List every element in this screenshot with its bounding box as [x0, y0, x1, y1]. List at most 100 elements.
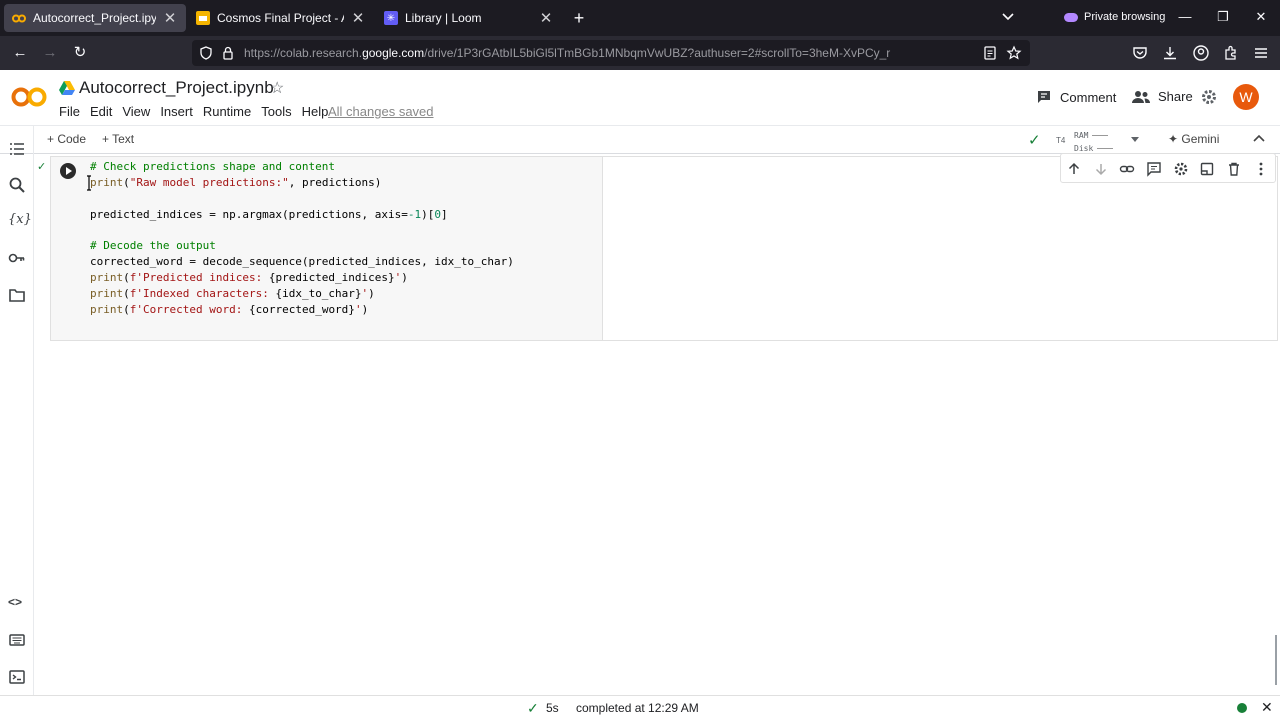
- add-code-button[interactable]: + Code: [47, 132, 86, 146]
- menu-bar: File Edit View Insert Runtime Tools Help: [59, 104, 338, 119]
- downloads-icon[interactable]: [1161, 44, 1179, 62]
- runtime-type[interactable]: T4: [1056, 136, 1065, 145]
- code-line: corrected_word = decode_sequence(predict…: [90, 255, 514, 268]
- share-label: Share: [1158, 89, 1193, 104]
- secrets-key-icon[interactable]: [8, 249, 26, 267]
- lock-icon[interactable]: [220, 45, 236, 61]
- people-icon: [1132, 90, 1150, 104]
- ram-label: RAM: [1074, 131, 1089, 140]
- execution-duration: 5s: [546, 701, 559, 715]
- code-editor[interactable]: # Check predictions shape and content pr…: [85, 157, 603, 340]
- close-tab-icon[interactable]: ✕: [538, 9, 554, 27]
- close-tab-icon[interactable]: ✕: [162, 9, 178, 27]
- pocket-icon[interactable]: [1131, 44, 1149, 62]
- menu-help[interactable]: Help: [302, 104, 329, 119]
- move-cell-down-icon[interactable]: [1093, 161, 1109, 177]
- browser-tab-colab[interactable]: Autocorrect_Project.ipynb - Colab ✕: [4, 4, 186, 32]
- list-all-tabs-icon[interactable]: [1000, 8, 1016, 24]
- minimize-icon[interactable]: —: [1176, 9, 1194, 24]
- scrollbar[interactable]: [1275, 635, 1277, 685]
- run-cell-button[interactable]: [60, 163, 76, 179]
- mouse-cursor-icon: [84, 175, 94, 191]
- cell-toolbar: [1060, 153, 1276, 183]
- files-folder-icon[interactable]: [8, 286, 26, 304]
- add-comment-icon[interactable]: [1146, 161, 1162, 177]
- tab-title: Library | Loom: [405, 11, 482, 25]
- colab-logo[interactable]: [11, 86, 47, 108]
- forward-icon[interactable]: →: [41, 44, 59, 62]
- code-cell[interactable]: # Check predictions shape and content pr…: [50, 156, 1278, 341]
- resource-monitor[interactable]: RAM Disk: [1074, 129, 1114, 155]
- menu-edit[interactable]: Edit: [90, 104, 112, 119]
- menu-tools[interactable]: Tools: [261, 104, 291, 119]
- code-line: print(f'Indexed characters: {idx_to_char…: [90, 287, 375, 300]
- menu-view[interactable]: View: [122, 104, 150, 119]
- private-browsing-label: Private browsing: [1084, 11, 1166, 23]
- tab-title: Cosmos Final Project - Aadhi K: [217, 11, 344, 25]
- app-menu-icon[interactable]: [1252, 44, 1270, 62]
- url-text: https://colab.research.google.com/drive/…: [244, 46, 891, 60]
- close-window-icon[interactable]: ✕: [1252, 9, 1270, 25]
- gemini-button[interactable]: ✦ Gemini: [1168, 132, 1219, 146]
- close-tab-icon[interactable]: ✕: [350, 9, 366, 27]
- code-line: print("Raw model predictions:", predicti…: [90, 176, 382, 189]
- move-cell-up-icon[interactable]: [1066, 161, 1082, 177]
- google-drive-icon[interactable]: [59, 81, 75, 95]
- save-status-link[interactable]: All changes saved: [328, 104, 434, 119]
- search-icon[interactable]: [8, 176, 26, 194]
- collapse-header-icon[interactable]: [1252, 132, 1266, 147]
- private-browsing-indicator: Private browsing: [1064, 11, 1165, 23]
- user-avatar[interactable]: W: [1233, 84, 1259, 110]
- new-tab-button[interactable]: +: [570, 8, 588, 29]
- notebook-toolbar: + Code + Text ✓ T4 RAM Disk ✦ Gemini: [0, 125, 1280, 154]
- extensions-icon[interactable]: [1222, 44, 1240, 62]
- add-text-button[interactable]: + Text: [102, 132, 134, 146]
- cell-settings-gear-icon[interactable]: [1173, 161, 1189, 177]
- table-of-contents-icon[interactable]: [8, 140, 26, 158]
- code-line: predicted_indices = np.argmax(prediction…: [90, 208, 448, 221]
- restore-icon[interactable]: ❐: [1214, 9, 1232, 25]
- command-palette-icon[interactable]: [8, 631, 26, 649]
- status-check-icon: ✓: [527, 700, 539, 716]
- settings-gear-icon[interactable]: [1200, 88, 1218, 106]
- tab-title: Autocorrect_Project.ipynb - Colab: [33, 11, 156, 25]
- disk-bar: [1097, 148, 1114, 149]
- left-sidebar: {x} <>: [0, 125, 34, 695]
- variables-icon[interactable]: {x}: [8, 212, 32, 230]
- menu-runtime[interactable]: Runtime: [203, 104, 251, 119]
- tracking-protection-icon[interactable]: [198, 45, 214, 61]
- browser-tab-slides[interactable]: Cosmos Final Project - Aadhi K ✕: [188, 4, 374, 32]
- terminal-icon[interactable]: [8, 668, 26, 686]
- runtime-status-dot-icon[interactable]: [1237, 703, 1247, 713]
- close-status-icon[interactable]: ✕: [1261, 699, 1273, 716]
- code-snippets-icon[interactable]: <>: [8, 595, 26, 613]
- reader-view-icon[interactable]: [982, 45, 998, 61]
- address-bar[interactable]: https://colab.research.google.com/drive/…: [192, 40, 1030, 66]
- more-actions-icon[interactable]: [1253, 161, 1269, 177]
- browser-tab-strip: Autocorrect_Project.ipynb - Colab ✕ Cosm…: [0, 0, 1280, 36]
- account-icon[interactable]: [1192, 44, 1210, 62]
- ram-bar: [1092, 135, 1109, 136]
- status-bar: ✓ 5s completed at 12:29 AM ✕: [0, 695, 1280, 720]
- slides-icon: [196, 11, 210, 25]
- share-button[interactable]: Share: [1132, 89, 1193, 104]
- menu-file[interactable]: File: [59, 104, 80, 119]
- delete-cell-icon[interactable]: [1226, 161, 1242, 177]
- back-icon[interactable]: ←: [11, 44, 29, 62]
- reload-icon[interactable]: ↻: [71, 44, 89, 62]
- private-mask-icon: [1064, 12, 1078, 22]
- browser-tab-loom[interactable]: ✳ Library | Loom ✕: [376, 4, 562, 32]
- menu-insert[interactable]: Insert: [160, 104, 193, 119]
- notebook-title[interactable]: Autocorrect_Project.ipynb: [79, 78, 274, 98]
- code-line: # Decode the output: [90, 239, 216, 252]
- runtime-dropdown-icon[interactable]: [1131, 137, 1139, 142]
- link-icon[interactable]: [1119, 161, 1135, 177]
- star-notebook-icon[interactable]: ☆: [270, 78, 284, 98]
- bookmark-star-icon[interactable]: [1006, 45, 1022, 61]
- mirror-cell-icon[interactable]: [1199, 161, 1215, 177]
- comment-icon: [1036, 89, 1052, 105]
- comment-button[interactable]: Comment: [1036, 89, 1116, 105]
- code-line: print(f'Predicted indices: {predicted_in…: [90, 271, 408, 284]
- execution-status-text[interactable]: completed at 12:29 AM: [576, 701, 699, 715]
- cell-executed-check-icon: ✓: [37, 161, 47, 173]
